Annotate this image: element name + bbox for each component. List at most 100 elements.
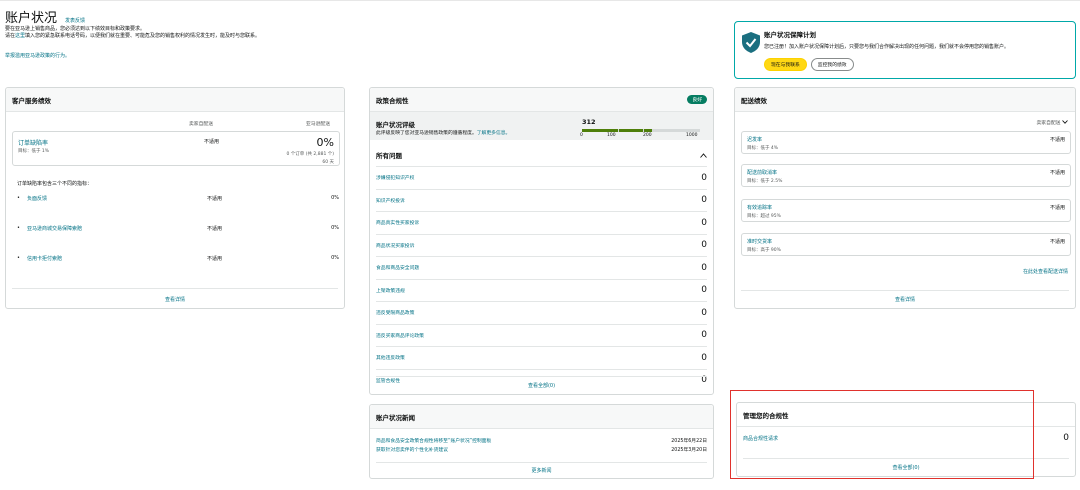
metric-target: 目标：低于 4% (747, 146, 779, 151)
monitor-performance-button[interactable]: 监控我的绩效 (810, 58, 854, 71)
issue-count: 0 (701, 217, 707, 228)
chargeback-claims-link[interactable]: 信用卡拒付索赔 (27, 255, 207, 262)
shipping-details-link[interactable]: 在此处查看配送详情 (1023, 268, 1068, 275)
emergency-contact-link[interactable]: 这里 (15, 33, 25, 39)
metric-seller-value: 不适用 (207, 226, 223, 232)
issue-link[interactable]: 违反受限商品政策 (376, 309, 414, 316)
policy-compliance-card: 政策合规性 良好 账户状况评级 此评级反映了您对亚马逊销售政策的遵循程度。了解更… (369, 87, 714, 395)
issue-link[interactable]: 其他违反政策 (376, 354, 405, 361)
desc-prefix: 请在 (5, 33, 16, 39)
policy-compliance-title: 政策合规性 (376, 96, 409, 105)
metric-target: 目标：超过 95% (747, 214, 781, 219)
table-row: 涉嫌侵犯知识产权 0 (376, 166, 707, 188)
bullet: • (17, 195, 20, 201)
issue-link[interactable]: 涉嫌侵犯知识产权 (376, 174, 414, 181)
shipping-view-details-link[interactable]: 查看详情 (741, 290, 1069, 308)
issue-count: 0 (701, 240, 707, 250)
issue-link[interactable]: 知识产权投诉 (376, 197, 405, 204)
metric-seller-value: 不适用 (207, 196, 223, 202)
product-compliance-requests-link[interactable]: 商品合规性请求 (743, 435, 778, 442)
rating-ticks: 0 100 200 1000 (580, 133, 702, 139)
view-all-issues-link[interactable]: 查看全部(0) (376, 376, 707, 394)
learn-more-link[interactable]: 了解更多信息。 (477, 131, 511, 136)
description-line-2: 请在这里填入您的紧急联系电话号码，以便我们就在重要、可能危及您的销售权利的情况发… (5, 33, 705, 40)
issue-count: 0 (701, 172, 707, 183)
page-title: 账户状况 (5, 11, 58, 26)
cancellation-rate-link[interactable]: 配送前取消率 (747, 169, 777, 176)
divider (12, 288, 338, 289)
feedback-link[interactable]: 发表反馈 (65, 17, 85, 24)
table-row: 商品状况买家投诉 0 (376, 233, 707, 256)
chevron-down-icon (1062, 120, 1068, 124)
list-item: • 负面反馈 不适用 0% (17, 195, 339, 202)
list-item: 迟发率 目标：低于 4% 不适用 (741, 131, 1071, 154)
customer-service-header: 客户服务绩效 (6, 88, 344, 112)
page-description: 要在亚马逊上销售商品，您必须达到以下绩效目标和政策要求。 请在这里填入您的紧急联… (5, 26, 705, 40)
list-item: 简品和食品安全政策合规性将移至“账户状况”控制面板 2025年6月22日 (376, 437, 707, 444)
description-line-1: 要在亚马逊上销售商品，您必须达到以下绩效目标和政策要求。 (5, 26, 146, 32)
odr-note: 订单缺陷率包含三个不同的指标： (17, 181, 93, 187)
report-abuse-link[interactable]: 举报滥用亚马逊政策的行为。 (5, 52, 705, 59)
all-issues-title: 所有问题 (376, 152, 402, 160)
bullet: • (17, 255, 20, 261)
negative-feedback-link[interactable]: 负面反馈 (27, 195, 207, 202)
news-item-link[interactable]: 获取针对您卖伴的个性化补货建议 (376, 446, 448, 453)
customer-service-card: 客户服务绩效 卖家自配送 亚马逊配送 订单缺陷率 目标：低于 1% 不适用 0%… (5, 87, 345, 309)
valid-tracking-rate-link[interactable]: 有效追踪率 (747, 204, 772, 211)
odr-seller-value: 不适用 (204, 139, 220, 145)
account-health-assurance-box: 账户状况保障计划 您已注册！加入账户状况保障计划后，只要您与我们合作解决出现的任… (734, 21, 1076, 79)
table-row: 知识产权投诉 0 (376, 188, 707, 211)
chevron-up-icon[interactable] (700, 152, 707, 158)
list-item: 有效追踪率 目标：超过 95% 不适用 (741, 199, 1071, 222)
top-divider (0, 0, 1080, 1)
customer-service-title: 客户服务绩效 (12, 96, 51, 105)
a-to-z-claims-link[interactable]: 亚马逊商城交易保障索赔 (27, 225, 207, 232)
issue-link[interactable]: 违反买家商品评论政策 (376, 332, 424, 339)
issue-link[interactable]: 商品状况买家投诉 (376, 242, 414, 249)
issue-link[interactable]: 食品和商品安全问题 (376, 264, 419, 271)
news-header: 账户状况新闻 (370, 405, 713, 429)
list-item: • 信用卡拒付索赔 不适用 0% (17, 255, 339, 262)
metric-value: 不适用 (1049, 205, 1065, 211)
late-shipment-rate-link[interactable]: 迟发率 (747, 136, 762, 143)
tick-label: 200 (643, 133, 652, 138)
rating-score: 312 (582, 118, 596, 126)
contact-me-button[interactable]: 现在与我联系 (764, 58, 807, 71)
rating-bar-segment-3 (644, 129, 652, 132)
on-time-delivery-rate-link[interactable]: 准时交货率 (747, 238, 772, 245)
list-item: 获取针对您卖伴的个性化补货建议 2025年3月20日 (376, 446, 707, 453)
all-issues-header[interactable]: 所有问题 (376, 150, 707, 160)
issue-count: 0 (701, 195, 707, 205)
odr-target: 目标：低于 1% (18, 149, 50, 154)
metric-seller-value: 不适用 (207, 256, 223, 262)
issue-link[interactable]: 商品真实性买家投诉 (376, 219, 419, 226)
metric-target: 目标：低于 2.5% (747, 179, 783, 184)
metric-fba-value: 0% (331, 195, 339, 201)
news-date: 2025年6月22日 (671, 439, 707, 444)
issue-count: 0 (701, 352, 707, 363)
status-badge: 良好 (687, 95, 707, 104)
rating-description: 此评级反映了您对亚马逊销售政策的遵循程度。了解更多信息。 (376, 129, 510, 136)
fba-column-header: 亚马逊配送 (306, 122, 330, 127)
seller-fulfilled-column-header: 卖家自配送 (189, 122, 213, 127)
metric-value: 不适用 (1049, 239, 1065, 245)
assurance-title: 账户状况保障计划 (764, 31, 816, 39)
issue-count: 0 (701, 262, 707, 273)
metric-fba-value: 0% (331, 255, 339, 261)
table-row: 上架政策违规 0 (376, 278, 707, 301)
more-news-link[interactable]: 更多新闻 (376, 462, 707, 478)
shield-check-icon (742, 32, 760, 53)
view-all-compliance-link[interactable]: 查看全部(0) (743, 458, 1069, 476)
list-item: 商品合规性请求 0 (743, 433, 1069, 443)
rating-bar-segment-2 (619, 129, 643, 132)
fulfillment-scope-dropdown[interactable]: 卖家自配送 (1036, 119, 1068, 126)
tick-label: 0 (580, 133, 583, 138)
table-row: 违反受限商品政策 0 (376, 301, 707, 323)
tick-label: 1000 (686, 133, 698, 138)
table-row: 商品真实性买家投诉 0 (376, 211, 707, 233)
news-item-link[interactable]: 简品和食品安全政策合规性将移至“账户状况”控制面板 (376, 437, 491, 444)
customer-service-details-link[interactable]: 查看详情 (12, 290, 338, 308)
odr-link[interactable]: 订单缺陷率 (18, 138, 48, 147)
issue-count: 0 (701, 330, 707, 340)
issue-link[interactable]: 上架政策违规 (376, 287, 405, 294)
